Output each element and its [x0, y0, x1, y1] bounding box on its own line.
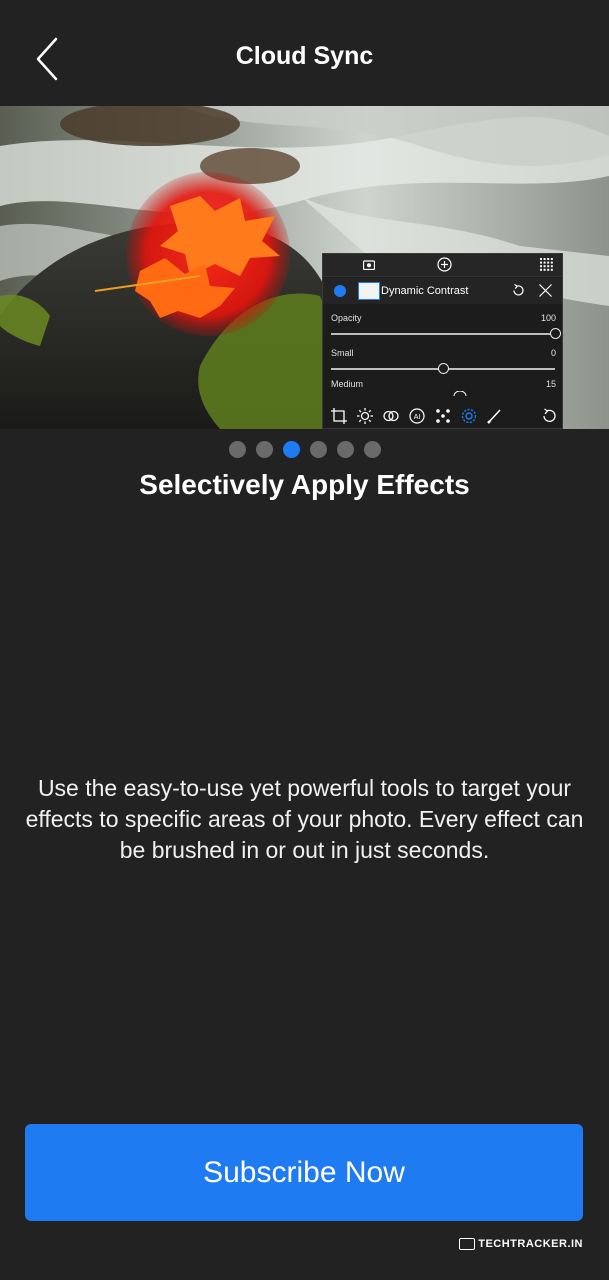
- opacity-slider[interactable]: [331, 333, 555, 335]
- brush-icon[interactable]: [485, 406, 505, 426]
- brightness-icon[interactable]: [355, 406, 375, 426]
- close-icon[interactable]: [538, 283, 553, 298]
- opacity-slider-handle[interactable]: [549, 328, 561, 339]
- crop-icon[interactable]: [329, 406, 349, 426]
- page-dot[interactable]: [363, 441, 381, 458]
- medium-arc-indicator: [453, 391, 467, 397]
- page-dot[interactable]: [309, 441, 327, 458]
- nodes-icon[interactable]: [433, 406, 453, 426]
- opacity-label: Opacity: [331, 313, 362, 323]
- grid-icon[interactable]: [540, 258, 553, 271]
- camera-icon[interactable]: [363, 259, 375, 270]
- adjustment-panel: Dynamic Contrast Opacity 100 Small 0 Med…: [322, 253, 563, 429]
- slide-title: Selectively Apply Effects: [139, 469, 470, 500]
- panel-toolbar: [323, 254, 562, 277]
- page-title: Cloud Sync: [235, 42, 374, 70]
- small-slider-handle[interactable]: [437, 363, 449, 374]
- opacity-value: 100: [540, 313, 556, 323]
- small-label: Small: [331, 348, 354, 358]
- layer-visibility-toggle[interactable]: [334, 285, 346, 297]
- slide-description: Use the easy-to-use yet powerful tools t…: [25, 775, 584, 863]
- reset-icon[interactable]: [511, 283, 526, 298]
- svg-text:AI: AI: [414, 414, 421, 421]
- layer-thumbnail: [358, 282, 380, 300]
- header-bar: Cloud Sync: [0, 0, 609, 106]
- page-dot[interactable]: [255, 441, 273, 458]
- page-dot[interactable]: [336, 441, 354, 458]
- layer-name: Dynamic Contrast: [381, 285, 469, 297]
- medium-label: Medium: [331, 379, 364, 389]
- watermark: TECHTRACKER.IN: [459, 1238, 583, 1256]
- layer-row[interactable]: Dynamic Contrast: [323, 278, 562, 304]
- settings-gear-icon[interactable]: [459, 406, 479, 426]
- medium-value: 15: [545, 379, 556, 389]
- undo-icon[interactable]: [539, 406, 559, 426]
- add-layer-icon[interactable]: [437, 257, 452, 272]
- subscribe-button[interactable]: Subscribe Now: [25, 1124, 583, 1221]
- ai-icon[interactable]: AI: [407, 406, 427, 426]
- page-indicator: [0, 441, 609, 459]
- page-dot[interactable]: [282, 441, 300, 458]
- tool-row: AI: [323, 404, 562, 428]
- small-value: 0: [550, 348, 556, 358]
- monitor-icon: [459, 1238, 476, 1251]
- watermark-text: TECHTRACKER.IN: [478, 1238, 583, 1250]
- page-dot[interactable]: [228, 441, 246, 458]
- blend-icon[interactable]: [381, 406, 401, 426]
